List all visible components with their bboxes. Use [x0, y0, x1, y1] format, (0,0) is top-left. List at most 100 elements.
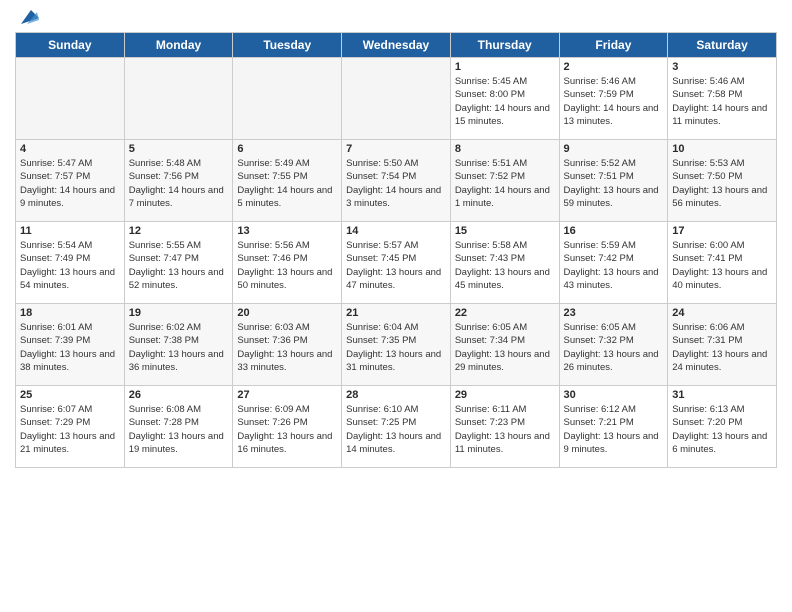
day-number: 17 [672, 225, 772, 237]
day-cell: 13 Sunrise: 5:56 AMSunset: 7:46 PMDayligh… [233, 222, 342, 304]
day-cell: 14 Sunrise: 5:57 AMSunset: 7:45 PMDayligh… [342, 222, 451, 304]
header [15, 10, 777, 24]
day-number: 13 [237, 225, 337, 237]
day-info: Sunrise: 5:52 AMSunset: 7:51 PMDaylight:… [564, 157, 664, 210]
day-info: Sunrise: 5:53 AMSunset: 7:50 PMDaylight:… [672, 157, 772, 210]
day-info: Sunrise: 6:09 AMSunset: 7:26 PMDaylight:… [237, 403, 337, 456]
day-number: 4 [20, 143, 120, 155]
day-cell: 5 Sunrise: 5:48 AMSunset: 7:56 PMDaylight… [124, 140, 233, 222]
day-info: Sunrise: 5:58 AMSunset: 7:43 PMDaylight:… [455, 239, 555, 292]
day-cell: 2 Sunrise: 5:46 AMSunset: 7:59 PMDaylight… [559, 58, 668, 140]
day-number: 19 [129, 307, 229, 319]
day-cell: 26Sunrise: 6:08 AMSunset: 7:28 PMDayligh… [124, 386, 233, 468]
day-cell: 4 Sunrise: 5:47 AMSunset: 7:57 PMDaylight… [16, 140, 125, 222]
day-cell: 21 Sunrise: 6:04 AMSunset: 7:35 PMDayligh… [342, 304, 451, 386]
day-number: 14 [346, 225, 446, 237]
day-number: 5 [129, 143, 229, 155]
day-info: Sunrise: 6:06 AMSunset: 7:31 PMDaylight:… [672, 321, 772, 374]
day-info: Sunrise: 5:55 AMSunset: 7:47 PMDaylight:… [129, 239, 229, 292]
header-saturday: Saturday [668, 33, 777, 58]
day-cell [233, 58, 342, 140]
header-friday: Friday [559, 33, 668, 58]
day-cell: 8 Sunrise: 5:51 AMSunset: 7:52 PMDaylight… [450, 140, 559, 222]
day-number: 9 [564, 143, 664, 155]
day-number: 28 [346, 389, 446, 401]
day-cell: 7 Sunrise: 5:50 AMSunset: 7:54 PMDaylight… [342, 140, 451, 222]
day-cell: 27 Sunrise: 6:09 AMSunset: 7:26 PMDayligh… [233, 386, 342, 468]
calendar-week-row: 1 Sunrise: 5:45 AMSunset: 8:00 PMDaylight… [16, 58, 777, 140]
header-tuesday: Tuesday [233, 33, 342, 58]
day-number: 23 [564, 307, 664, 319]
day-number: 20 [237, 307, 337, 319]
day-cell: 30 Sunrise: 6:12 AMSunset: 7:21 PMDayligh… [559, 386, 668, 468]
day-cell: 22 Sunrise: 6:05 AMSunset: 7:34 PMDayligh… [450, 304, 559, 386]
day-cell: 3 Sunrise: 5:46 AMSunset: 7:58 PMDaylight… [668, 58, 777, 140]
day-info: Sunrise: 5:51 AMSunset: 7:52 PMDaylight:… [455, 157, 555, 210]
day-info: Sunrise: 6:12 AMSunset: 7:21 PMDaylight:… [564, 403, 664, 456]
calendar-page: Sunday Monday Tuesday Wednesday Thursday… [0, 0, 792, 612]
day-number: 1 [455, 61, 555, 73]
day-info: Sunrise: 6:00 AMSunset: 7:41 PMDaylight:… [672, 239, 772, 292]
day-info: Sunrise: 5:47 AMSunset: 7:57 PMDaylight:… [20, 157, 120, 210]
day-number: 11 [20, 225, 120, 237]
day-info: Sunrise: 5:54 AMSunset: 7:49 PMDaylight:… [20, 239, 120, 292]
day-number: 29 [455, 389, 555, 401]
day-number: 30 [564, 389, 664, 401]
day-number: 12 [129, 225, 229, 237]
day-cell: 19 Sunrise: 6:02 AMSunset: 7:38 PMDayligh… [124, 304, 233, 386]
day-info: Sunrise: 6:02 AMSunset: 7:38 PMDaylight:… [129, 321, 229, 374]
day-info: Sunrise: 6:08 AMSunset: 7:28 PMDaylight:… [129, 403, 229, 456]
calendar-week-row: 4 Sunrise: 5:47 AMSunset: 7:57 PMDaylight… [16, 140, 777, 222]
day-info: Sunrise: 5:56 AMSunset: 7:46 PMDaylight:… [237, 239, 337, 292]
day-info: Sunrise: 5:50 AMSunset: 7:54 PMDaylight:… [346, 157, 446, 210]
day-cell: 1 Sunrise: 5:45 AMSunset: 8:00 PMDaylight… [450, 58, 559, 140]
day-info: Sunrise: 5:46 AMSunset: 7:58 PMDaylight:… [672, 75, 772, 128]
header-sunday: Sunday [16, 33, 125, 58]
calendar-body: 1 Sunrise: 5:45 AMSunset: 8:00 PMDaylight… [16, 58, 777, 468]
day-info: Sunrise: 6:10 AMSunset: 7:25 PMDaylight:… [346, 403, 446, 456]
day-info: Sunrise: 6:04 AMSunset: 7:35 PMDaylight:… [346, 321, 446, 374]
day-number: 6 [237, 143, 337, 155]
day-info: Sunrise: 6:05 AMSunset: 7:32 PMDaylight:… [564, 321, 664, 374]
header-monday: Monday [124, 33, 233, 58]
day-info: Sunrise: 5:45 AMSunset: 8:00 PMDaylight:… [455, 75, 555, 128]
day-info: Sunrise: 5:49 AMSunset: 7:55 PMDaylight:… [237, 157, 337, 210]
header-thursday: Thursday [450, 33, 559, 58]
day-cell: 10 Sunrise: 5:53 AMSunset: 7:50 PMDayligh… [668, 140, 777, 222]
day-number: 2 [564, 61, 664, 73]
day-info: Sunrise: 6:13 AMSunset: 7:20 PMDaylight:… [672, 403, 772, 456]
day-number: 18 [20, 307, 120, 319]
day-info: Sunrise: 5:48 AMSunset: 7:56 PMDaylight:… [129, 157, 229, 210]
day-cell: 6 Sunrise: 5:49 AMSunset: 7:55 PMDaylight… [233, 140, 342, 222]
day-info: Sunrise: 5:57 AMSunset: 7:45 PMDaylight:… [346, 239, 446, 292]
day-cell [342, 58, 451, 140]
weekday-header-row: Sunday Monday Tuesday Wednesday Thursday… [16, 33, 777, 58]
day-number: 31 [672, 389, 772, 401]
day-cell: 15Sunrise: 5:58 AMSunset: 7:43 PMDayligh… [450, 222, 559, 304]
day-number: 21 [346, 307, 446, 319]
day-cell [16, 58, 125, 140]
day-number: 8 [455, 143, 555, 155]
day-info: Sunrise: 6:07 AMSunset: 7:29 PMDaylight:… [20, 403, 120, 456]
day-cell: 18Sunrise: 6:01 AMSunset: 7:39 PMDayligh… [16, 304, 125, 386]
day-number: 16 [564, 225, 664, 237]
header-wednesday: Wednesday [342, 33, 451, 58]
day-number: 22 [455, 307, 555, 319]
day-cell: 25Sunrise: 6:07 AMSunset: 7:29 PMDayligh… [16, 386, 125, 468]
day-cell: 9 Sunrise: 5:52 AMSunset: 7:51 PMDaylight… [559, 140, 668, 222]
day-number: 10 [672, 143, 772, 155]
calendar-week-row: 18Sunrise: 6:01 AMSunset: 7:39 PMDayligh… [16, 304, 777, 386]
day-info: Sunrise: 6:05 AMSunset: 7:34 PMDaylight:… [455, 321, 555, 374]
day-cell: 28 Sunrise: 6:10 AMSunset: 7:25 PMDayligh… [342, 386, 451, 468]
day-info: Sunrise: 5:46 AMSunset: 7:59 PMDaylight:… [564, 75, 664, 128]
logo [15, 10, 39, 24]
day-info: Sunrise: 5:59 AMSunset: 7:42 PMDaylight:… [564, 239, 664, 292]
day-cell: 20 Sunrise: 6:03 AMSunset: 7:36 PMDayligh… [233, 304, 342, 386]
day-number: 3 [672, 61, 772, 73]
day-number: 27 [237, 389, 337, 401]
day-cell: 23 Sunrise: 6:05 AMSunset: 7:32 PMDayligh… [559, 304, 668, 386]
day-cell: 17 Sunrise: 6:00 AMSunset: 7:41 PMDayligh… [668, 222, 777, 304]
day-number: 7 [346, 143, 446, 155]
day-cell: 31 Sunrise: 6:13 AMSunset: 7:20 PMDayligh… [668, 386, 777, 468]
day-info: Sunrise: 6:03 AMSunset: 7:36 PMDaylight:… [237, 321, 337, 374]
